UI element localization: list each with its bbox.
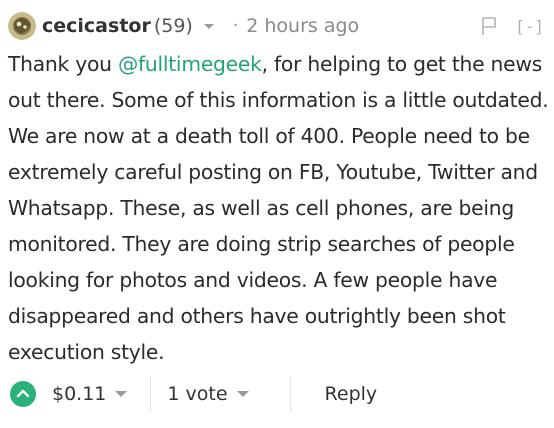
payout-value[interactable]: $0.11 bbox=[52, 383, 106, 405]
reply-button[interactable]: Reply bbox=[325, 383, 378, 405]
comment-card: cecicastor (59) · 2 hours ago [-] Thank … bbox=[0, 0, 554, 428]
comment-footer: $0.11 1 vote Reply bbox=[10, 375, 544, 413]
caret-down-icon[interactable] bbox=[114, 389, 128, 399]
avatar[interactable] bbox=[8, 12, 36, 40]
footer-divider bbox=[150, 376, 152, 412]
comment-timestamp[interactable]: 2 hours ago bbox=[246, 15, 359, 37]
vote-count[interactable]: 1 vote bbox=[167, 383, 227, 405]
user-mention-link[interactable]: @fulltimegeek bbox=[118, 52, 262, 76]
comment-text: Thank you @fulltimegeek, for helping to … bbox=[8, 46, 550, 370]
avatar-image-icon bbox=[8, 12, 36, 40]
comment-header: cecicastor (59) · 2 hours ago [-] bbox=[8, 10, 544, 42]
author-name[interactable]: cecicastor bbox=[42, 15, 151, 37]
footer-divider bbox=[289, 376, 291, 412]
comment-body: Thank you @fulltimegeek, for helping to … bbox=[8, 46, 550, 370]
comment-intro: Thank you bbox=[8, 52, 118, 76]
flag-icon[interactable] bbox=[481, 16, 497, 36]
meta-separator: · bbox=[232, 16, 239, 36]
caret-down-icon[interactable] bbox=[236, 389, 250, 399]
collapse-toggle[interactable]: [-] bbox=[515, 17, 544, 36]
comment-main-text: , for helping to get the news out there.… bbox=[8, 52, 549, 364]
chevron-down-icon[interactable] bbox=[201, 18, 217, 34]
upvote-chevron-icon bbox=[16, 389, 30, 398]
author-reputation: (59) bbox=[153, 15, 193, 37]
upvote-button[interactable] bbox=[10, 381, 36, 407]
